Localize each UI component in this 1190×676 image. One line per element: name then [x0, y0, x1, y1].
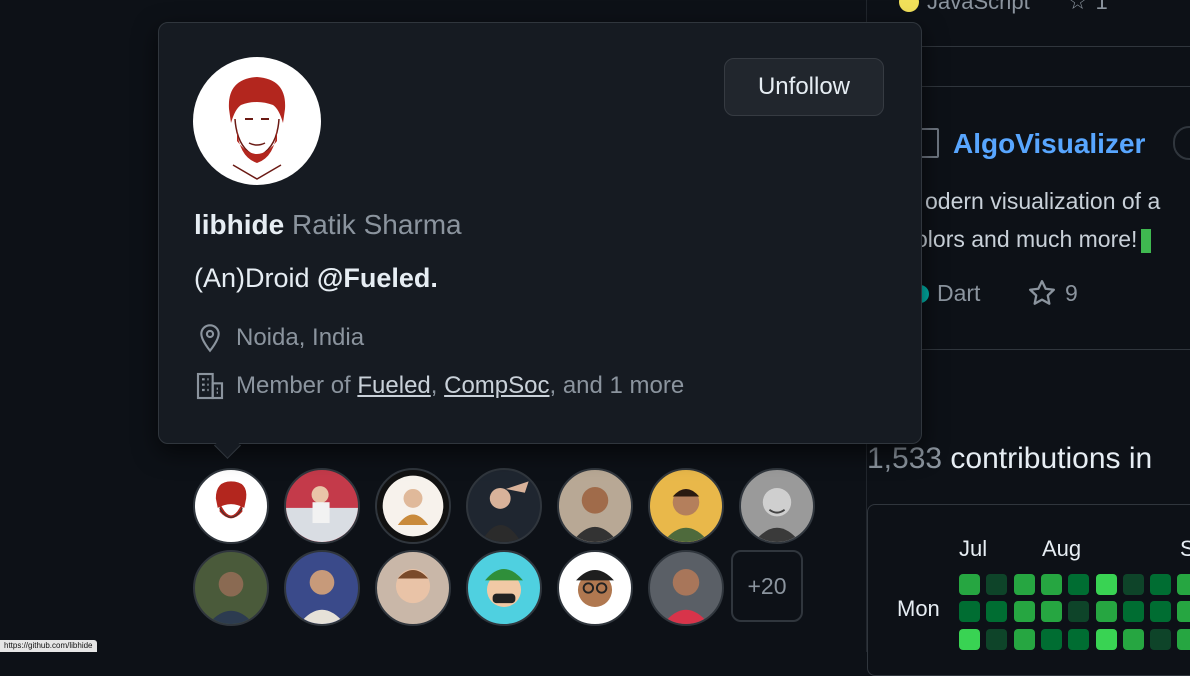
user-login-link[interactable]: libhide — [194, 209, 284, 240]
member-suffix: , and 1 more — [549, 372, 685, 399]
contribution-day[interactable] — [1150, 574, 1172, 595]
follower-avatar[interactable] — [284, 468, 360, 544]
contribution-day[interactable] — [1013, 574, 1035, 595]
follower-avatar[interactable] — [284, 550, 360, 626]
contribution-day[interactable] — [986, 628, 1008, 650]
follower-avatar[interactable] — [375, 550, 451, 626]
repo-stars-count: 9 — [1065, 279, 1078, 306]
follower-avatar[interactable] — [648, 550, 724, 626]
contribution-day[interactable] — [986, 574, 1008, 595]
contribution-day[interactable] — [986, 601, 1008, 623]
follower-avatar[interactable] — [375, 468, 451, 544]
emoji-icon — [1141, 228, 1152, 253]
star-icon — [1029, 280, 1055, 305]
top-repo-stars: 1 — [1095, 0, 1108, 14]
contribution-day[interactable] — [1095, 574, 1117, 595]
contribution-day[interactable] — [1040, 574, 1062, 595]
day-label: Mon — [897, 596, 940, 621]
organization-icon — [196, 372, 224, 400]
follower-avatar[interactable] — [466, 550, 542, 626]
month-label: Aug — [1042, 536, 1082, 561]
contribution-day[interactable] — [1177, 574, 1190, 595]
contribution-day[interactable] — [1013, 628, 1035, 650]
location-text: Noida, India — [236, 324, 365, 351]
follower-avatar[interactable] — [648, 468, 724, 544]
member-prefix: Member of — [236, 372, 358, 399]
contribution-day[interactable] — [1040, 628, 1062, 650]
unfollow-button[interactable]: Unfollow — [724, 58, 884, 116]
contribution-day[interactable] — [1068, 601, 1090, 623]
follower-avatar[interactable] — [466, 468, 542, 544]
star-icon: ☆ — [1067, 0, 1088, 14]
language-color-dot — [899, 0, 919, 12]
contribution-day[interactable] — [1122, 574, 1144, 595]
user-hovercard: Unfollow libhide Ratik Sharma (An)Droid … — [158, 22, 922, 444]
contribution-day[interactable] — [1095, 601, 1117, 623]
follower-avatar[interactable] — [193, 550, 269, 626]
user-location: Noida, India — [194, 321, 364, 355]
repo-description-line2: olors and much more! — [915, 226, 1138, 252]
month-label: S — [1180, 536, 1190, 561]
contribution-day[interactable] — [1122, 628, 1144, 650]
top-repo-meta: JavaScript ☆ 1 — [899, 0, 1108, 14]
more-followers-link[interactable]: +20 — [731, 550, 803, 622]
month-label: Jul — [959, 536, 988, 561]
user-full-name: Ratik Sharma — [292, 209, 462, 240]
org-link-fueled[interactable]: Fueled — [357, 372, 430, 399]
contribution-day[interactable] — [1150, 628, 1172, 650]
follower-avatar[interactable] — [739, 468, 815, 544]
contribution-day[interactable] — [1122, 601, 1144, 623]
repo-description-line2-wrap: olors and much more! — [915, 226, 1152, 253]
hovercard-avatar[interactable] — [193, 57, 321, 185]
contribution-day[interactable] — [959, 601, 980, 623]
contribution-day[interactable] — [1068, 628, 1090, 650]
contributions-heading: 1,533 contributions in — [867, 442, 1152, 476]
contributions-text: contributions in — [950, 442, 1153, 475]
repo-language-label: Dart — [937, 280, 981, 306]
contribution-day[interactable] — [1013, 601, 1035, 623]
top-repo-language: JavaScript — [927, 0, 1030, 14]
user-organizations: Member of Fueled, CompSoc, and 1 more — [194, 369, 684, 403]
contribution-day[interactable] — [1177, 601, 1190, 623]
contributions-count: 1,533 — [867, 442, 943, 475]
contribution-day[interactable] — [1040, 601, 1062, 623]
contribution-day[interactable] — [1095, 628, 1117, 650]
follower-avatar[interactable] — [557, 550, 633, 626]
hovercard-name-row: libhide Ratik Sharma — [194, 209, 462, 241]
comma: , — [430, 372, 445, 399]
follower-avatar-libhide[interactable] — [193, 468, 269, 544]
repo-stars-link[interactable]: 9 — [1027, 278, 1078, 308]
bio-mention-link[interactable]: @Fueled. — [317, 263, 438, 293]
status-bar-url: https://github.com/libhide — [0, 640, 97, 652]
contribution-day[interactable] — [959, 574, 980, 595]
location-pin-icon — [200, 324, 220, 353]
bio-text: (An)Droid — [194, 263, 318, 293]
repo-name-link[interactable]: AlgoVisualizer — [953, 128, 1145, 160]
contribution-day[interactable] — [1177, 628, 1190, 650]
org-link-compsoc[interactable]: CompSoc — [444, 372, 549, 399]
user-bio: (An)Droid @Fueled. — [194, 263, 438, 294]
contribution-day[interactable] — [1150, 601, 1172, 623]
member-of-text: Member of Fueled, CompSoc, and 1 more — [236, 372, 684, 400]
repo-description-line1: odern visualization of a — [925, 188, 1161, 214]
contribution-day[interactable] — [959, 628, 980, 650]
contribution-day[interactable] — [1068, 574, 1090, 595]
follower-avatar[interactable] — [557, 468, 633, 544]
